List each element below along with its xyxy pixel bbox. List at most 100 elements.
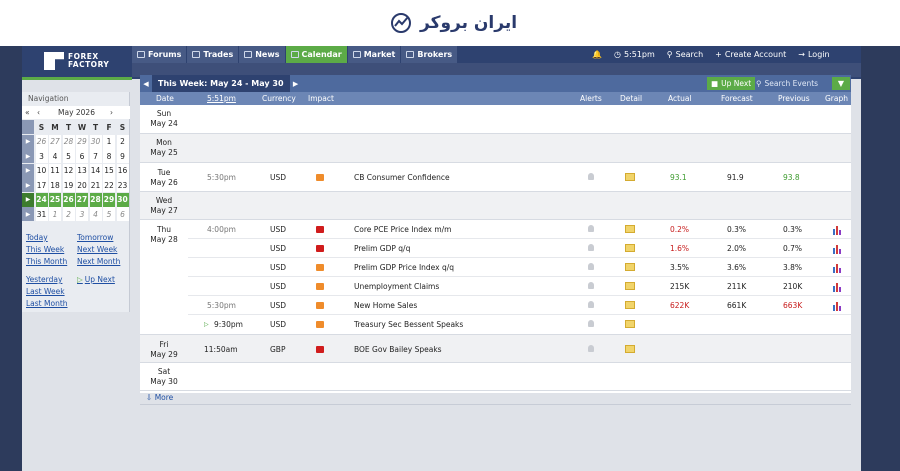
week-select-button[interactable]: ▶	[22, 178, 34, 192]
event-row[interactable]: 5:30pm USD CB Consumer Confidence 93.1 91.9 9…	[188, 168, 851, 187]
calendar-day[interactable]: 4	[49, 149, 61, 163]
calendar-day[interactable]: 16	[116, 163, 129, 178]
link-this-month[interactable]: This Month	[26, 257, 67, 266]
alert-bell-icon[interactable]	[588, 225, 594, 232]
event-row[interactable]: 4:00pm USD Core PCE Price Index m/m 0.2% 0.3…	[188, 220, 851, 239]
bar-chart-icon[interactable]	[831, 225, 841, 235]
calendar-day[interactable]: 17	[35, 178, 48, 192]
next-month-button[interactable]: ›	[110, 108, 113, 117]
nav-market[interactable]: Market	[347, 46, 402, 63]
calendar-day[interactable]: 3	[35, 149, 48, 163]
impact-red-icon[interactable]	[316, 346, 324, 353]
filter-button[interactable]: ▼	[832, 77, 850, 90]
week-title[interactable]: This Week: May 24 - May 30	[152, 75, 290, 92]
search-button[interactable]: ⚲ Search	[667, 50, 703, 59]
impact-red-icon[interactable]	[316, 226, 324, 233]
impact-orange-icon[interactable]	[316, 302, 324, 309]
week-select-button[interactable]: ▶	[22, 192, 34, 207]
calendar-day[interactable]: 29	[103, 192, 115, 207]
calendar-day[interactable]: 22	[103, 178, 115, 192]
link-tomorrow[interactable]: Tomorrow	[77, 233, 113, 242]
detail-folder-icon[interactable]	[625, 263, 635, 271]
link-last-week[interactable]: Last Week	[26, 287, 65, 296]
calendar-day[interactable]: 11	[49, 163, 61, 178]
event-row[interactable]: USD Prelim GDP Price Index q/q 3.5% 3.6% 3.8…	[188, 258, 851, 277]
nav-brokers[interactable]: Brokers	[401, 46, 459, 63]
calendar-day[interactable]: 28	[62, 134, 75, 149]
bar-chart-icon[interactable]	[831, 244, 841, 254]
nav-calendar[interactable]: Calendar	[285, 46, 348, 63]
week-select-button[interactable]: ▶	[22, 134, 34, 149]
calendar-day[interactable]: 3	[76, 207, 88, 221]
calendar-day[interactable]: 21	[89, 178, 102, 192]
calendar-day[interactable]: 27	[49, 134, 61, 149]
calendar-day[interactable]: 8	[103, 149, 115, 163]
clock[interactable]: ◷ 5:51pm	[614, 50, 655, 59]
calendar-day[interactable]: 6	[76, 149, 88, 163]
create-account-link[interactable]: + Create Account	[715, 50, 786, 59]
calendar-day[interactable]: 2	[116, 134, 129, 149]
calendar-day[interactable]: 19	[62, 178, 75, 192]
detail-folder-icon[interactable]	[625, 282, 635, 290]
notifications-bell[interactable]: 🔔	[592, 50, 602, 59]
calendar-day[interactable]: 13	[76, 163, 88, 178]
link-next-month[interactable]: Next Month	[77, 257, 120, 266]
alert-bell-icon[interactable]	[588, 345, 594, 352]
event-name[interactable]: CB Consumer Confidence	[354, 173, 450, 182]
calendar-day[interactable]: 29	[76, 134, 88, 149]
calendar-day[interactable]: 23	[116, 178, 129, 192]
alert-bell-icon[interactable]	[588, 301, 594, 308]
prev-month-button[interactable]: ‹	[37, 108, 40, 117]
event-name[interactable]: Prelim GDP q/q	[354, 244, 410, 253]
detail-folder-icon[interactable]	[625, 320, 635, 328]
calendar-day[interactable]: 26	[62, 192, 75, 207]
calendar-day[interactable]: 5	[62, 149, 75, 163]
event-row[interactable]: USD Unemployment Claims 215K 211K 210K	[188, 277, 851, 296]
nav-forums[interactable]: Forums	[132, 46, 188, 63]
impact-orange-icon[interactable]	[316, 283, 324, 290]
calendar-day[interactable]: 25	[49, 192, 61, 207]
calendar-day[interactable]: 15	[103, 163, 115, 178]
calendar-day[interactable]: 28	[89, 192, 102, 207]
calendar-day[interactable]: 14	[89, 163, 102, 178]
event-name[interactable]: Unemployment Claims	[354, 282, 439, 291]
calendar-day[interactable]: 18	[49, 178, 61, 192]
impact-orange-icon[interactable]	[316, 174, 324, 181]
event-row[interactable]: 9:30pm ▷ USD Treasury Sec Bessent Speaks	[188, 315, 851, 334]
detail-folder-icon[interactable]	[625, 173, 635, 181]
calendar-day[interactable]: 9	[116, 149, 129, 163]
forex-factory-logo[interactable]: FOREX FACTORY	[22, 46, 132, 77]
calendar-day[interactable]: 30	[116, 192, 129, 207]
calendar-day[interactable]: 20	[76, 178, 88, 192]
calendar-day[interactable]: 2	[62, 207, 75, 221]
calendar-day[interactable]: 10	[35, 163, 48, 178]
detail-folder-icon[interactable]	[625, 244, 635, 252]
impact-red-icon[interactable]	[316, 245, 324, 252]
calendar-day[interactable]: 26	[35, 134, 48, 149]
up-next-button[interactable]: ■ Up Next	[707, 77, 756, 90]
detail-folder-icon[interactable]	[625, 301, 635, 309]
bar-chart-icon[interactable]	[831, 301, 841, 311]
link-up-next[interactable]: ▷ Up Next	[77, 275, 115, 284]
event-name[interactable]: Prelim GDP Price Index q/q	[354, 263, 454, 272]
more-link[interactable]: ⇩ More	[146, 393, 173, 402]
calendar-day[interactable]: 31	[35, 207, 48, 221]
bar-chart-icon[interactable]	[831, 282, 841, 292]
alert-bell-icon[interactable]	[588, 244, 594, 251]
calendar-day[interactable]: 1	[49, 207, 61, 221]
calendar-day[interactable]: 4	[89, 207, 102, 221]
bar-chart-icon[interactable]	[831, 263, 841, 273]
calendar-day[interactable]: 12	[62, 163, 75, 178]
alert-bell-icon[interactable]	[588, 282, 594, 289]
event-name[interactable]: Core PCE Price Index m/m	[354, 225, 451, 234]
alert-bell-icon[interactable]	[588, 173, 594, 180]
link-this-week[interactable]: This Week	[26, 245, 64, 254]
link-yesterday[interactable]: Yesterday	[26, 275, 62, 284]
nav-news[interactable]: News	[239, 46, 286, 63]
event-name[interactable]: New Home Sales	[354, 301, 417, 310]
calendar-day[interactable]: 7	[89, 149, 102, 163]
impact-orange-icon[interactable]	[316, 321, 324, 328]
calendar-day[interactable]: 5	[103, 207, 115, 221]
calendar-day[interactable]: 1	[103, 134, 115, 149]
login-link[interactable]: → Login	[798, 50, 829, 59]
